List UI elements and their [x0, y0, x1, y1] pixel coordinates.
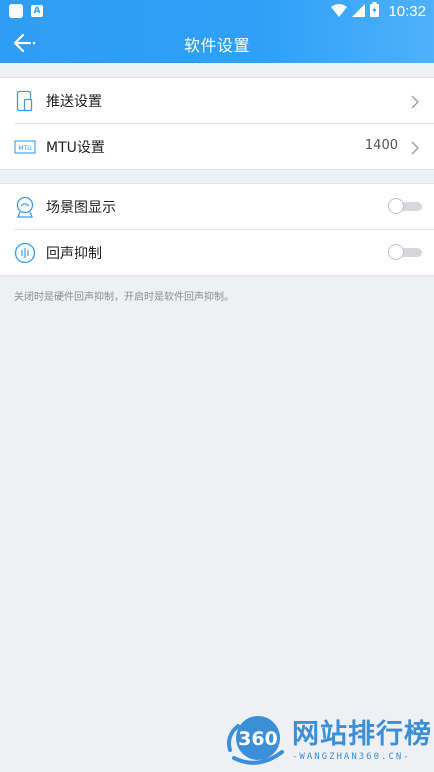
scene-camera-icon: [14, 196, 36, 218]
push-phone-icon: [14, 90, 36, 112]
svg-text:MTU: MTU: [18, 145, 31, 152]
site-watermark: 360 网站排行榜 -WANGZHAN360.CN-: [218, 708, 432, 770]
watermark-title: 网站排行榜: [292, 719, 432, 750]
echo-wave-icon: [14, 242, 36, 264]
app-header: A 10:32 软件设置: [0, 0, 434, 63]
svg-text:360: 360: [238, 728, 278, 750]
settings-group-general: 推送设置 MTU MTU设置 1400: [0, 77, 434, 170]
echo-suppression-row: 回声抑制: [14, 229, 434, 275]
battery-icon: [370, 1, 380, 21]
mtu-icon: MTU: [14, 136, 36, 158]
scene-display-toggle[interactable]: [388, 198, 422, 214]
status-bar: A 10:32: [0, 0, 434, 22]
mtu-settings-label: MTU设置: [46, 140, 105, 156]
settings-group-display: 场景图显示 回声抑制: [0, 183, 434, 276]
notification-a-icon: A: [31, 5, 43, 17]
watermark-subtitle: -WANGZHAN360.CN-: [292, 752, 411, 762]
chevron-right-icon: [410, 140, 420, 155]
page-title: 软件设置: [183, 36, 250, 55]
title-bar: 软件设置: [0, 22, 434, 63]
toggle-knob: [388, 198, 404, 214]
scene-display-row: 场景图显示: [0, 184, 434, 229]
scene-display-label: 场景图显示: [46, 200, 116, 216]
wifi-icon: [331, 2, 348, 21]
status-indicators: 10:32: [331, 1, 426, 21]
push-settings-row[interactable]: 推送设置: [0, 78, 434, 123]
notification-app-icon: [9, 4, 23, 18]
push-settings-label: 推送设置: [46, 94, 102, 110]
chevron-right-icon: [410, 94, 420, 109]
signal-icon: [352, 2, 366, 21]
echo-suppression-toggle[interactable]: [388, 244, 422, 260]
status-time: 10:32: [388, 2, 426, 20]
echo-suppression-label: 回声抑制: [46, 246, 102, 262]
echo-hint-text: 关闭时是硬件回声抑制，开启时是软件回声抑制。: [14, 292, 234, 303]
toggle-knob: [388, 244, 404, 260]
watermark-logo-icon: 360: [227, 716, 284, 765]
mtu-settings-row[interactable]: MTU MTU设置 1400: [14, 123, 434, 169]
mtu-value: 1400: [364, 138, 398, 153]
